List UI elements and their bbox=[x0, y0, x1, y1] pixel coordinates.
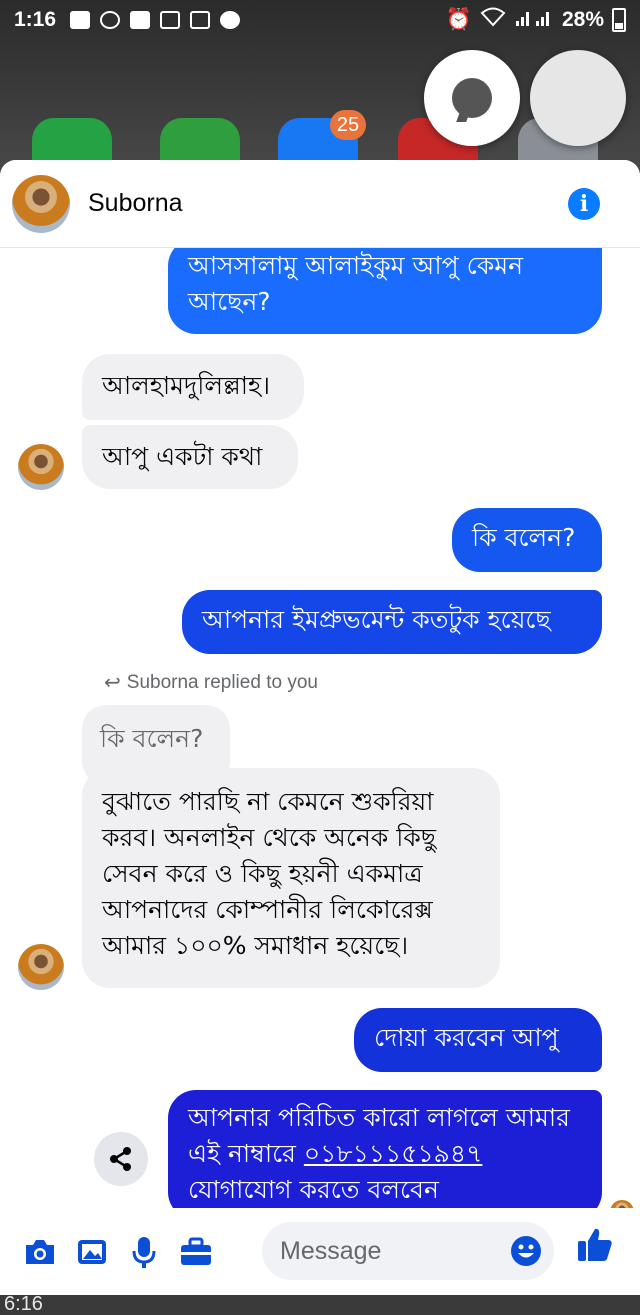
incoming-message[interactable]: বুঝাতে পারছি না কেমনে শুকরিয়া করব। অনলা… bbox=[82, 768, 500, 988]
reply-icon: ↩ bbox=[104, 672, 121, 694]
camera-icon bbox=[26, 1239, 54, 1264]
notification-icons bbox=[70, 11, 241, 29]
chat-panel: আসসালামু আলাইকুম আপু কেমন আছেন? আলহামদুল… bbox=[0, 160, 640, 1295]
gallery-icon bbox=[78, 1239, 106, 1264]
messenger-notification-icon bbox=[220, 11, 241, 29]
contact-avatar[interactable] bbox=[18, 944, 64, 990]
outgoing-message[interactable]: দোয়া করবেন আপু bbox=[354, 1008, 602, 1072]
message-thread[interactable]: আসসালামু আলাইকুম আপু কেমন আছেন? আলহামদুল… bbox=[0, 160, 640, 1295]
emoji-button[interactable] bbox=[510, 1235, 542, 1271]
like-button[interactable] bbox=[576, 1226, 614, 1268]
message-input[interactable] bbox=[280, 1236, 500, 1266]
chat-header: Suborna i bbox=[0, 160, 640, 248]
facebook-notification-icon bbox=[70, 11, 91, 29]
battery-icon bbox=[612, 8, 626, 32]
gallery-button[interactable] bbox=[66, 1226, 118, 1278]
reply-indicator: ↩ Suborna replied to you bbox=[104, 671, 318, 695]
briefcase-icon bbox=[181, 1237, 211, 1265]
outgoing-message[interactable]: কি বলেন? bbox=[452, 508, 602, 572]
folder-notification-icon bbox=[130, 11, 151, 29]
outlook-notification-icon bbox=[190, 11, 211, 29]
outgoing-message[interactable]: আপনার পরিচিত কারো লাগলে আমার এই নাম্বারে… bbox=[168, 1090, 602, 1220]
outgoing-message[interactable]: আপনার ইমপ্রুভমেন্ট কতটুক হয়েছে bbox=[182, 590, 602, 654]
wifi-icon bbox=[480, 7, 506, 33]
camera-button[interactable] bbox=[14, 1226, 66, 1278]
messenger-icon bbox=[452, 78, 492, 118]
emoji-icon bbox=[511, 1236, 541, 1266]
status-time: 1:16 bbox=[14, 8, 57, 31]
signal-icon bbox=[514, 7, 554, 33]
microphone-button[interactable] bbox=[118, 1226, 170, 1278]
briefcase-button[interactable] bbox=[170, 1226, 222, 1278]
play-notification-icon bbox=[100, 11, 121, 29]
info-icon[interactable]: i bbox=[568, 188, 600, 220]
message-composer bbox=[0, 1208, 640, 1295]
messenger-chathead[interactable] bbox=[424, 50, 520, 146]
navigation-bar: 6:16 bbox=[0, 1293, 640, 1315]
contact-chathead[interactable] bbox=[530, 50, 626, 146]
outgoing-message[interactable]: আসসালামু আলাইকুম আপু কেমন আছেন? bbox=[168, 238, 602, 334]
alarm-icon: ⏰ bbox=[445, 8, 472, 31]
thumbs-up-icon bbox=[578, 1228, 612, 1261]
incoming-message[interactable]: আলহামদুলিল্লাহ। bbox=[82, 354, 304, 420]
share-icon bbox=[110, 1147, 131, 1171]
contact-avatar[interactable] bbox=[18, 444, 64, 490]
microphone-icon bbox=[132, 1236, 156, 1268]
contact-name[interactable]: Suborna bbox=[88, 189, 183, 218]
phone-number-link[interactable]: ০১৮১১১৫১৯৪৭ bbox=[304, 1139, 483, 1168]
share-button[interactable] bbox=[94, 1132, 148, 1186]
notification-badge: 25 bbox=[330, 110, 366, 140]
nav-time: 6:16 bbox=[4, 1293, 43, 1315]
status-bar: 1:16 ⏰ 28% bbox=[0, 0, 640, 40]
contact-avatar[interactable] bbox=[12, 174, 70, 233]
image-notification-icon bbox=[160, 11, 181, 29]
battery-percent: 28% bbox=[561, 8, 604, 31]
message-input-box[interactable] bbox=[262, 1222, 554, 1280]
incoming-message[interactable]: আপু একটা কথা bbox=[82, 425, 298, 489]
system-status: ⏰ 28% bbox=[446, 7, 626, 33]
